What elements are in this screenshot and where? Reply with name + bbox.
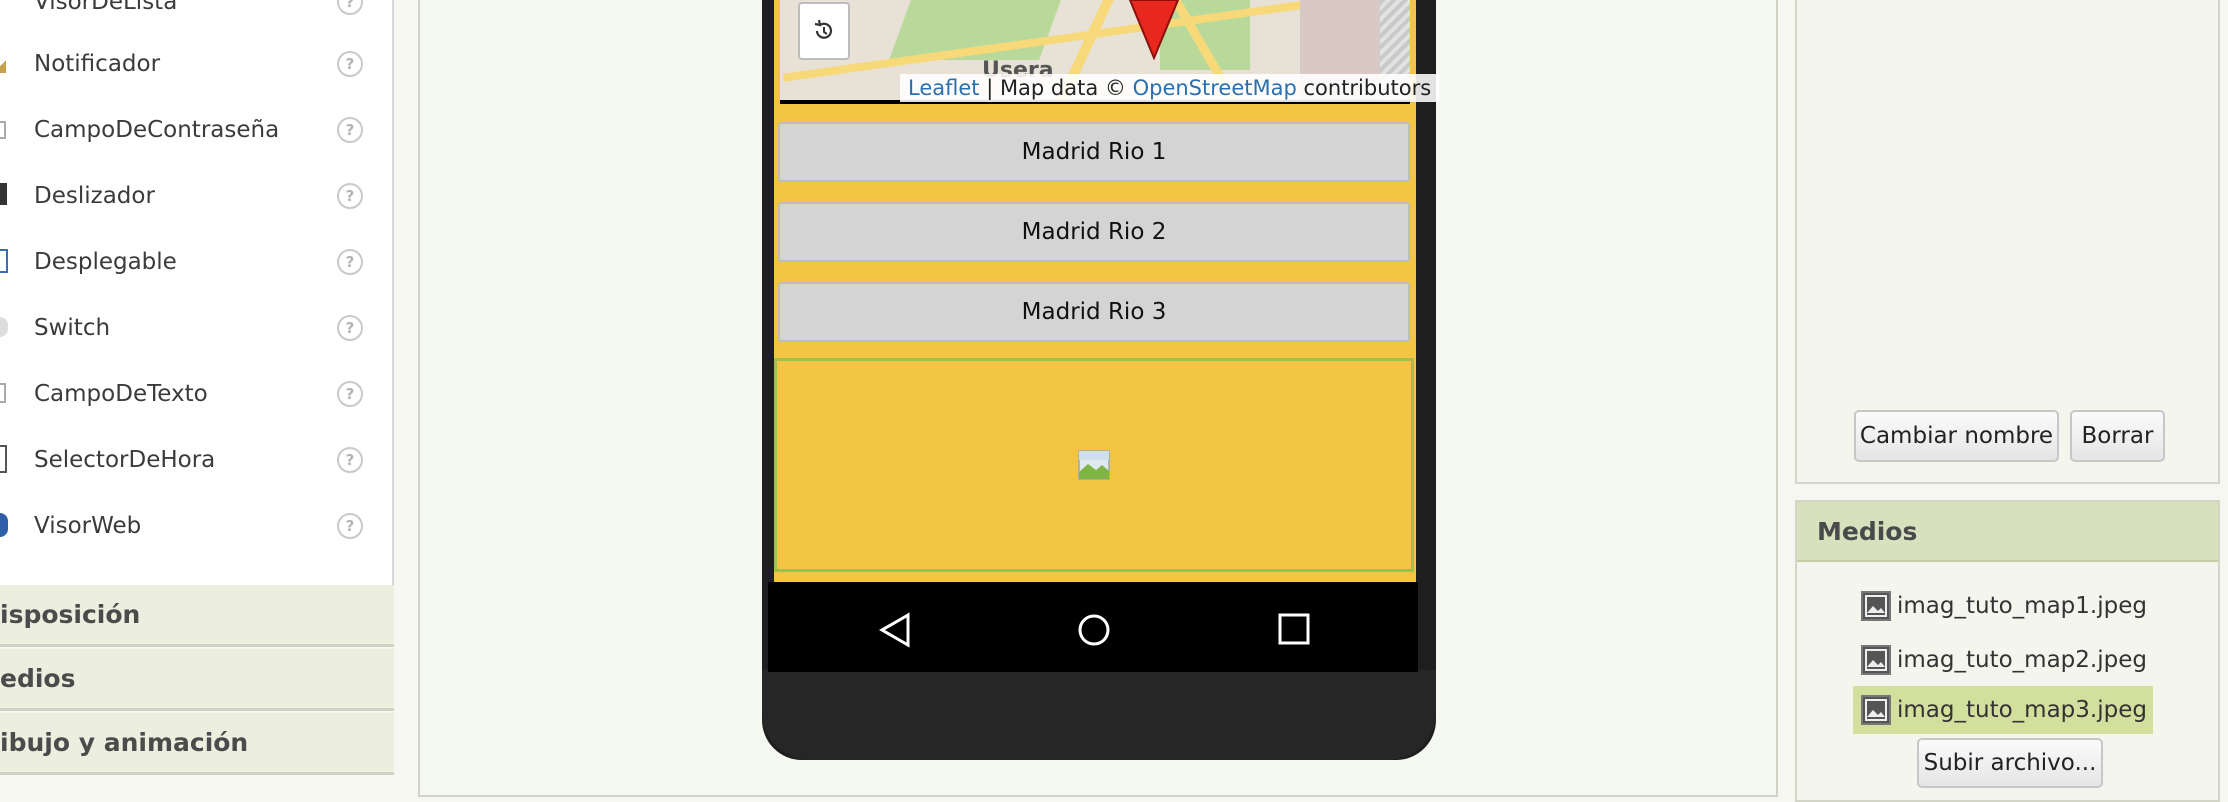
media-file-name: imag_tuto_map1.jpeg: [1897, 593, 2147, 619]
media-title: Medios: [1817, 516, 1918, 546]
category-layout[interactable]: isposición: [0, 585, 394, 647]
category-drawing-animation[interactable]: ibujo y animación: [0, 713, 394, 775]
palette-item-selectordehora[interactable]: SelectorDeHora ?: [0, 427, 392, 493]
help-icon[interactable]: ?: [337, 51, 363, 77]
help-icon[interactable]: ?: [337, 0, 363, 15]
properties-panel: Cambiar nombre Borrar: [1795, 0, 2220, 484]
rename-button[interactable]: Cambiar nombre: [1854, 410, 2059, 462]
help-icon[interactable]: ?: [337, 183, 363, 209]
spinner-icon: [0, 249, 8, 273]
password-field-icon: [0, 121, 6, 139]
palette-item-label: CampoDeTexto: [34, 381, 208, 407]
palette-item-desplegable[interactable]: Desplegable ?: [0, 229, 392, 295]
media-file-selected[interactable]: imag_tuto_map3.jpeg: [1853, 686, 2153, 734]
palette-item-label: Deslizador: [34, 183, 155, 209]
category-label: isposición: [0, 600, 141, 629]
madrid-rio-3-button[interactable]: Madrid Rio 3: [778, 282, 1410, 342]
image-placeholder-icon: [1078, 450, 1110, 480]
webviewer-icon: [0, 513, 8, 537]
notifier-icon: [0, 53, 6, 73]
help-icon[interactable]: ?: [337, 447, 363, 473]
category-label: ibujo y animación: [0, 728, 249, 757]
category-label: edios: [0, 664, 76, 693]
map-attribution: Leaflet | Map data © OpenStreetMap contr…: [900, 74, 1440, 102]
media-header: Medios: [1797, 502, 2218, 562]
palette-item-label: CampoDeContraseña: [34, 117, 280, 143]
media-file[interactable]: imag_tuto_map1.jpeg: [1853, 582, 2153, 630]
image-file-icon: [1861, 645, 1891, 675]
palette-item-campodecontrasena[interactable]: CampoDeContraseña ?: [0, 97, 392, 163]
palette-item-visorweb[interactable]: VisorWeb ?: [0, 493, 392, 559]
palette-panel: VisorDeLista ? Notificador ? CampoDeCont…: [0, 0, 394, 802]
textbox-icon: [0, 383, 6, 403]
palette-item-label: VisorDeLista: [34, 0, 178, 15]
phone-chin: [762, 670, 1436, 760]
slider-icon: [0, 183, 7, 205]
user-interface-components-list: VisorDeLista ? Notificador ? CampoDeCont…: [0, 0, 394, 585]
media-file-name: imag_tuto_map2.jpeg: [1897, 647, 2147, 673]
map-reset-button[interactable]: [798, 2, 850, 60]
media-file-name: imag_tuto_map3.jpeg: [1897, 697, 2147, 723]
recents-icon[interactable]: [1277, 612, 1311, 646]
palette-item-switch[interactable]: Switch ?: [0, 295, 392, 361]
madrid-rio-1-button[interactable]: Madrid Rio 1: [778, 122, 1410, 182]
palette-item-label: Desplegable: [34, 249, 177, 275]
timepicker-icon: [0, 445, 7, 473]
upload-file-button[interactable]: Subir archivo...: [1917, 738, 2103, 788]
help-icon[interactable]: ?: [337, 381, 363, 407]
back-icon[interactable]: [878, 612, 912, 648]
image-file-icon: [1861, 591, 1891, 621]
image-component[interactable]: [774, 358, 1414, 572]
home-icon[interactable]: [1076, 612, 1112, 648]
map-marker-icon[interactable]: [1128, 0, 1180, 60]
palette-item-label: VisorWeb: [34, 513, 142, 539]
switch-icon: [0, 317, 8, 337]
attribution-separator: | Map data ©: [979, 76, 1133, 100]
help-icon[interactable]: ?: [337, 513, 363, 539]
media-file[interactable]: imag_tuto_map2.jpeg: [1853, 636, 2153, 684]
openstreetmap-link[interactable]: OpenStreetMap: [1133, 76, 1297, 100]
help-icon[interactable]: ?: [337, 249, 363, 275]
palette-item-deslizador[interactable]: Deslizador ?: [0, 163, 392, 229]
palette-item-visordelista[interactable]: VisorDeLista ?: [0, 0, 392, 35]
media-panel: Medios imag_tuto_map1.jpeg imag_tuto_map…: [1795, 500, 2220, 802]
palette-item-label: SelectorDeHora: [34, 447, 216, 473]
image-file-icon: [1861, 695, 1891, 725]
history-icon: [814, 19, 833, 39]
delete-button[interactable]: Borrar: [2070, 410, 2165, 462]
category-media[interactable]: edios: [0, 649, 394, 711]
palette-item-label: Notificador: [34, 51, 161, 77]
help-icon[interactable]: ?: [337, 117, 363, 143]
palette-item-notificador[interactable]: Notificador ?: [0, 31, 392, 97]
madrid-rio-2-button[interactable]: Madrid Rio 2: [778, 202, 1410, 262]
leaflet-link[interactable]: Leaflet: [908, 76, 980, 100]
palette-item-campodetexto[interactable]: CampoDeTexto ?: [0, 361, 392, 427]
palette-item-label: Switch: [34, 315, 111, 341]
help-icon[interactable]: ?: [337, 315, 363, 341]
attribution-tail: contributors: [1296, 76, 1432, 100]
